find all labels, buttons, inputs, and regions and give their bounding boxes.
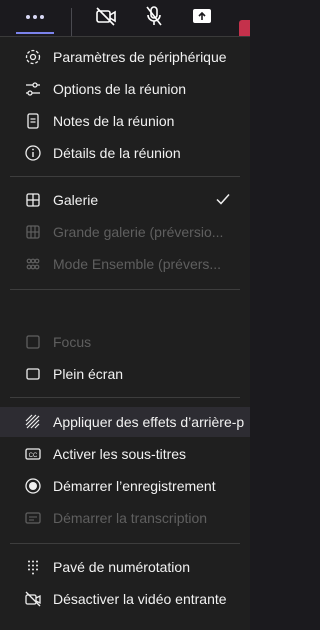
menu-item-label: Grande galerie (préversio... [53, 224, 224, 240]
menu-item-label: Démarrer la transcription [53, 510, 208, 526]
menu-item-label: Galerie [53, 192, 99, 208]
more-dots-icon [26, 15, 44, 19]
menu-item-label: Paramètres de périphérique [53, 49, 227, 65]
menu-item-label: Activer les sous-titres [53, 446, 187, 462]
microphone-toggle-button[interactable] [140, 0, 168, 32]
record-icon [25, 478, 41, 494]
menu-item-device-settings[interactable]: Paramètres de périphérique [0, 42, 250, 72]
menu-item-full-screen[interactable]: Plein écran [0, 359, 250, 389]
notes-icon [27, 113, 39, 129]
grid-icon [26, 193, 40, 207]
menu-item-label: Focus [53, 334, 92, 350]
menu-item-start-recording[interactable]: Démarrer l’enregistrement [0, 471, 250, 501]
meeting-toolbar [0, 0, 250, 50]
menu-item-label: Options de la réunion [53, 81, 187, 97]
more-actions-menu: Paramètres de périphérique Options de la… [0, 36, 250, 630]
video-incoming-off-icon [25, 591, 41, 607]
menu-item-focus: Focus [0, 327, 250, 357]
menu-item-label: Mode Ensemble (prévers... [53, 256, 222, 272]
menu-item-dial-pad[interactable]: Pavé de numérotation [0, 552, 250, 582]
menu-item-meeting-notes[interactable]: Notes de la réunion [0, 106, 250, 136]
share-tray-icon [193, 9, 211, 23]
info-icon [25, 145, 41, 161]
menu-item-label: Plein écran [53, 366, 124, 382]
more-actions-button[interactable] [16, 0, 54, 34]
large-grid-icon [26, 225, 40, 239]
checkmark-icon [216, 194, 230, 205]
gear-icon [25, 49, 41, 65]
menu-item-start-transcription: Démarrer la transcription [0, 503, 250, 533]
transcript-icon [25, 512, 41, 524]
captions-icon: CC [25, 448, 41, 460]
menu-item-label: Notes de la réunion [53, 113, 175, 129]
menu-item-live-captions[interactable]: CC Activer les sous-titres [0, 439, 250, 469]
share-content-button[interactable] [188, 0, 216, 32]
menu-divider [10, 176, 240, 177]
focus-icon [26, 335, 40, 349]
svg-text:CC: CC [29, 453, 38, 459]
menu-item-meeting-details[interactable]: Détails de la réunion [0, 138, 250, 168]
menu-item-label: Appliquer des effets d’arrière-p [53, 414, 245, 430]
menu-item-label: Pavé de numérotation [53, 559, 190, 575]
menu-item-meeting-options[interactable]: Options de la réunion [0, 74, 250, 104]
menu-divider [10, 397, 240, 398]
menu-item-label: Désactiver la vidéo entrante [53, 591, 227, 607]
sliders-icon [26, 82, 40, 96]
menu-item-background-effects[interactable]: Appliquer des effets d’arrière-p [0, 407, 250, 437]
dialpad-icon [28, 560, 38, 575]
menu-item-gallery[interactable]: Galerie [0, 185, 250, 215]
background-effects-icon [25, 414, 40, 429]
menu-divider [10, 543, 240, 544]
menu-item-large-gallery: Grande galerie (préversio... [0, 217, 250, 247]
fullscreen-icon [26, 368, 40, 380]
mic-off-icon [146, 6, 162, 26]
menu-item-turn-off-incoming-video[interactable]: Désactiver la vidéo entrante [0, 584, 250, 614]
together-mode-icon [26, 258, 40, 270]
menu-item-label: Détails de la réunion [53, 145, 181, 161]
camera-toggle-button[interactable] [92, 0, 120, 32]
menu-item-together-mode: Mode Ensemble (prévers... [0, 249, 250, 279]
menu-item-label: Démarrer l’enregistrement [53, 478, 216, 494]
menu-divider [10, 289, 240, 290]
video-off-icon [96, 7, 116, 26]
